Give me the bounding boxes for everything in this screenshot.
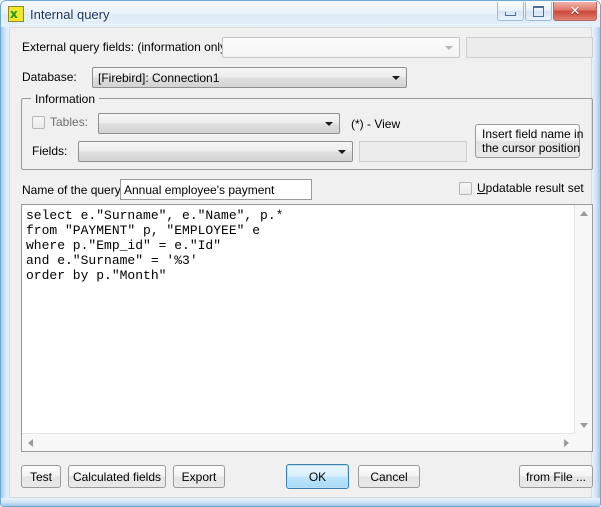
sql-editor[interactable]: select e."Surname", e."Name", p.* from "… <box>21 204 593 452</box>
information-group: Information Tables: (*) - View Fields: I… <box>21 92 593 170</box>
scrollbar-corner <box>575 434 592 451</box>
external-query-fields-label: External query fields: (information only… <box>22 40 231 54</box>
insert-field-name-line2: the cursor position <box>482 141 581 155</box>
from-file-button[interactable]: from File ... <box>519 465 593 488</box>
tables-combo-value <box>104 114 319 133</box>
triangle-left-icon <box>28 438 33 447</box>
app-snake-icon: x <box>8 6 24 22</box>
scroll-right-button[interactable] <box>558 434 575 451</box>
scroll-down-button[interactable] <box>575 417 592 434</box>
minimize-button[interactable] <box>497 2 524 21</box>
database-combo[interactable]: [Firebird]: Connection1 <box>92 67 407 88</box>
chevron-down-icon <box>325 121 333 126</box>
external-query-fields-combo-value <box>228 38 439 57</box>
fields-side-box <box>359 141 467 162</box>
fields-combo[interactable] <box>78 141 353 162</box>
updatable-accel: U <box>477 181 486 195</box>
insert-field-name-line1: Insert field name in <box>482 127 584 141</box>
external-query-fields-combo[interactable] <box>222 37 460 58</box>
scroll-left-button[interactable] <box>22 434 39 451</box>
tables-checkbox-label: Tables: <box>50 115 89 129</box>
window-title: Internal query <box>30 6 110 22</box>
minimize-icon <box>498 2 523 20</box>
triangle-up-icon <box>579 211 588 216</box>
insert-field-name-button[interactable]: Insert field name in the cursor position <box>475 124 584 158</box>
updatable-result-set-row[interactable]: Updatable result set <box>459 181 584 195</box>
query-name-label: Name of the query: <box>22 183 125 197</box>
chevron-down-icon <box>338 149 346 154</box>
fields-combo-value <box>84 142 332 161</box>
chevron-down-icon <box>392 75 400 80</box>
external-query-fields-side-box <box>466 37 593 58</box>
external-query-fields-row: External query fields: (information only… <box>22 40 230 54</box>
view-hint-label: (*) - View <box>351 117 401 131</box>
snake-glyph: x <box>10 7 18 21</box>
sql-editor-vertical-scrollbar[interactable] <box>574 205 592 434</box>
fields-label: Fields: <box>32 144 68 158</box>
ok-button[interactable]: OK <box>286 464 349 489</box>
frame-bottom-edge <box>1 498 600 506</box>
database-row: Database: <box>22 70 77 84</box>
maximize-button[interactable] <box>525 2 552 21</box>
triangle-down-icon <box>579 423 588 428</box>
updatable-result-set-checkbox[interactable] <box>459 181 472 195</box>
database-combo-value: [Firebird]: Connection1 <box>98 70 220 85</box>
database-label: Database: <box>22 70 77 84</box>
query-name-input[interactable] <box>120 179 312 200</box>
maximize-icon <box>526 2 551 20</box>
internal-query-window: x Internal query ✕ External query fields… <box>0 0 601 507</box>
updatable-result-set-label: Updatable result set <box>477 181 584 195</box>
tables-checkbox[interactable] <box>32 115 45 129</box>
sql-editor-horizontal-scrollbar[interactable] <box>22 433 575 451</box>
cancel-button[interactable]: Cancel <box>358 465 420 488</box>
calculated-fields-button[interactable]: Calculated fields <box>68 465 166 488</box>
title-bar: x Internal query ✕ <box>1 1 600 27</box>
frame-left-edge <box>1 27 9 506</box>
dialog-client-area: External query fields: (information only… <box>9 27 593 498</box>
information-group-caption: Information <box>31 92 100 106</box>
sql-editor-text[interactable]: select e."Surname", e."Name", p.* from "… <box>26 208 572 431</box>
chevron-down-icon <box>445 45 453 50</box>
close-button[interactable]: ✕ <box>553 2 597 21</box>
triangle-right-icon <box>564 438 569 447</box>
test-button[interactable]: Test <box>21 465 61 488</box>
tables-checkbox-row[interactable]: Tables: <box>32 115 88 129</box>
close-icon: ✕ <box>569 3 581 19</box>
scroll-up-button[interactable] <box>575 205 592 222</box>
export-button[interactable]: Export <box>173 465 225 488</box>
updatable-rest: pdatable result set <box>485 181 584 195</box>
window-controls: ✕ <box>496 2 597 21</box>
frame-right-edge <box>592 27 600 506</box>
tables-combo[interactable] <box>98 113 340 134</box>
